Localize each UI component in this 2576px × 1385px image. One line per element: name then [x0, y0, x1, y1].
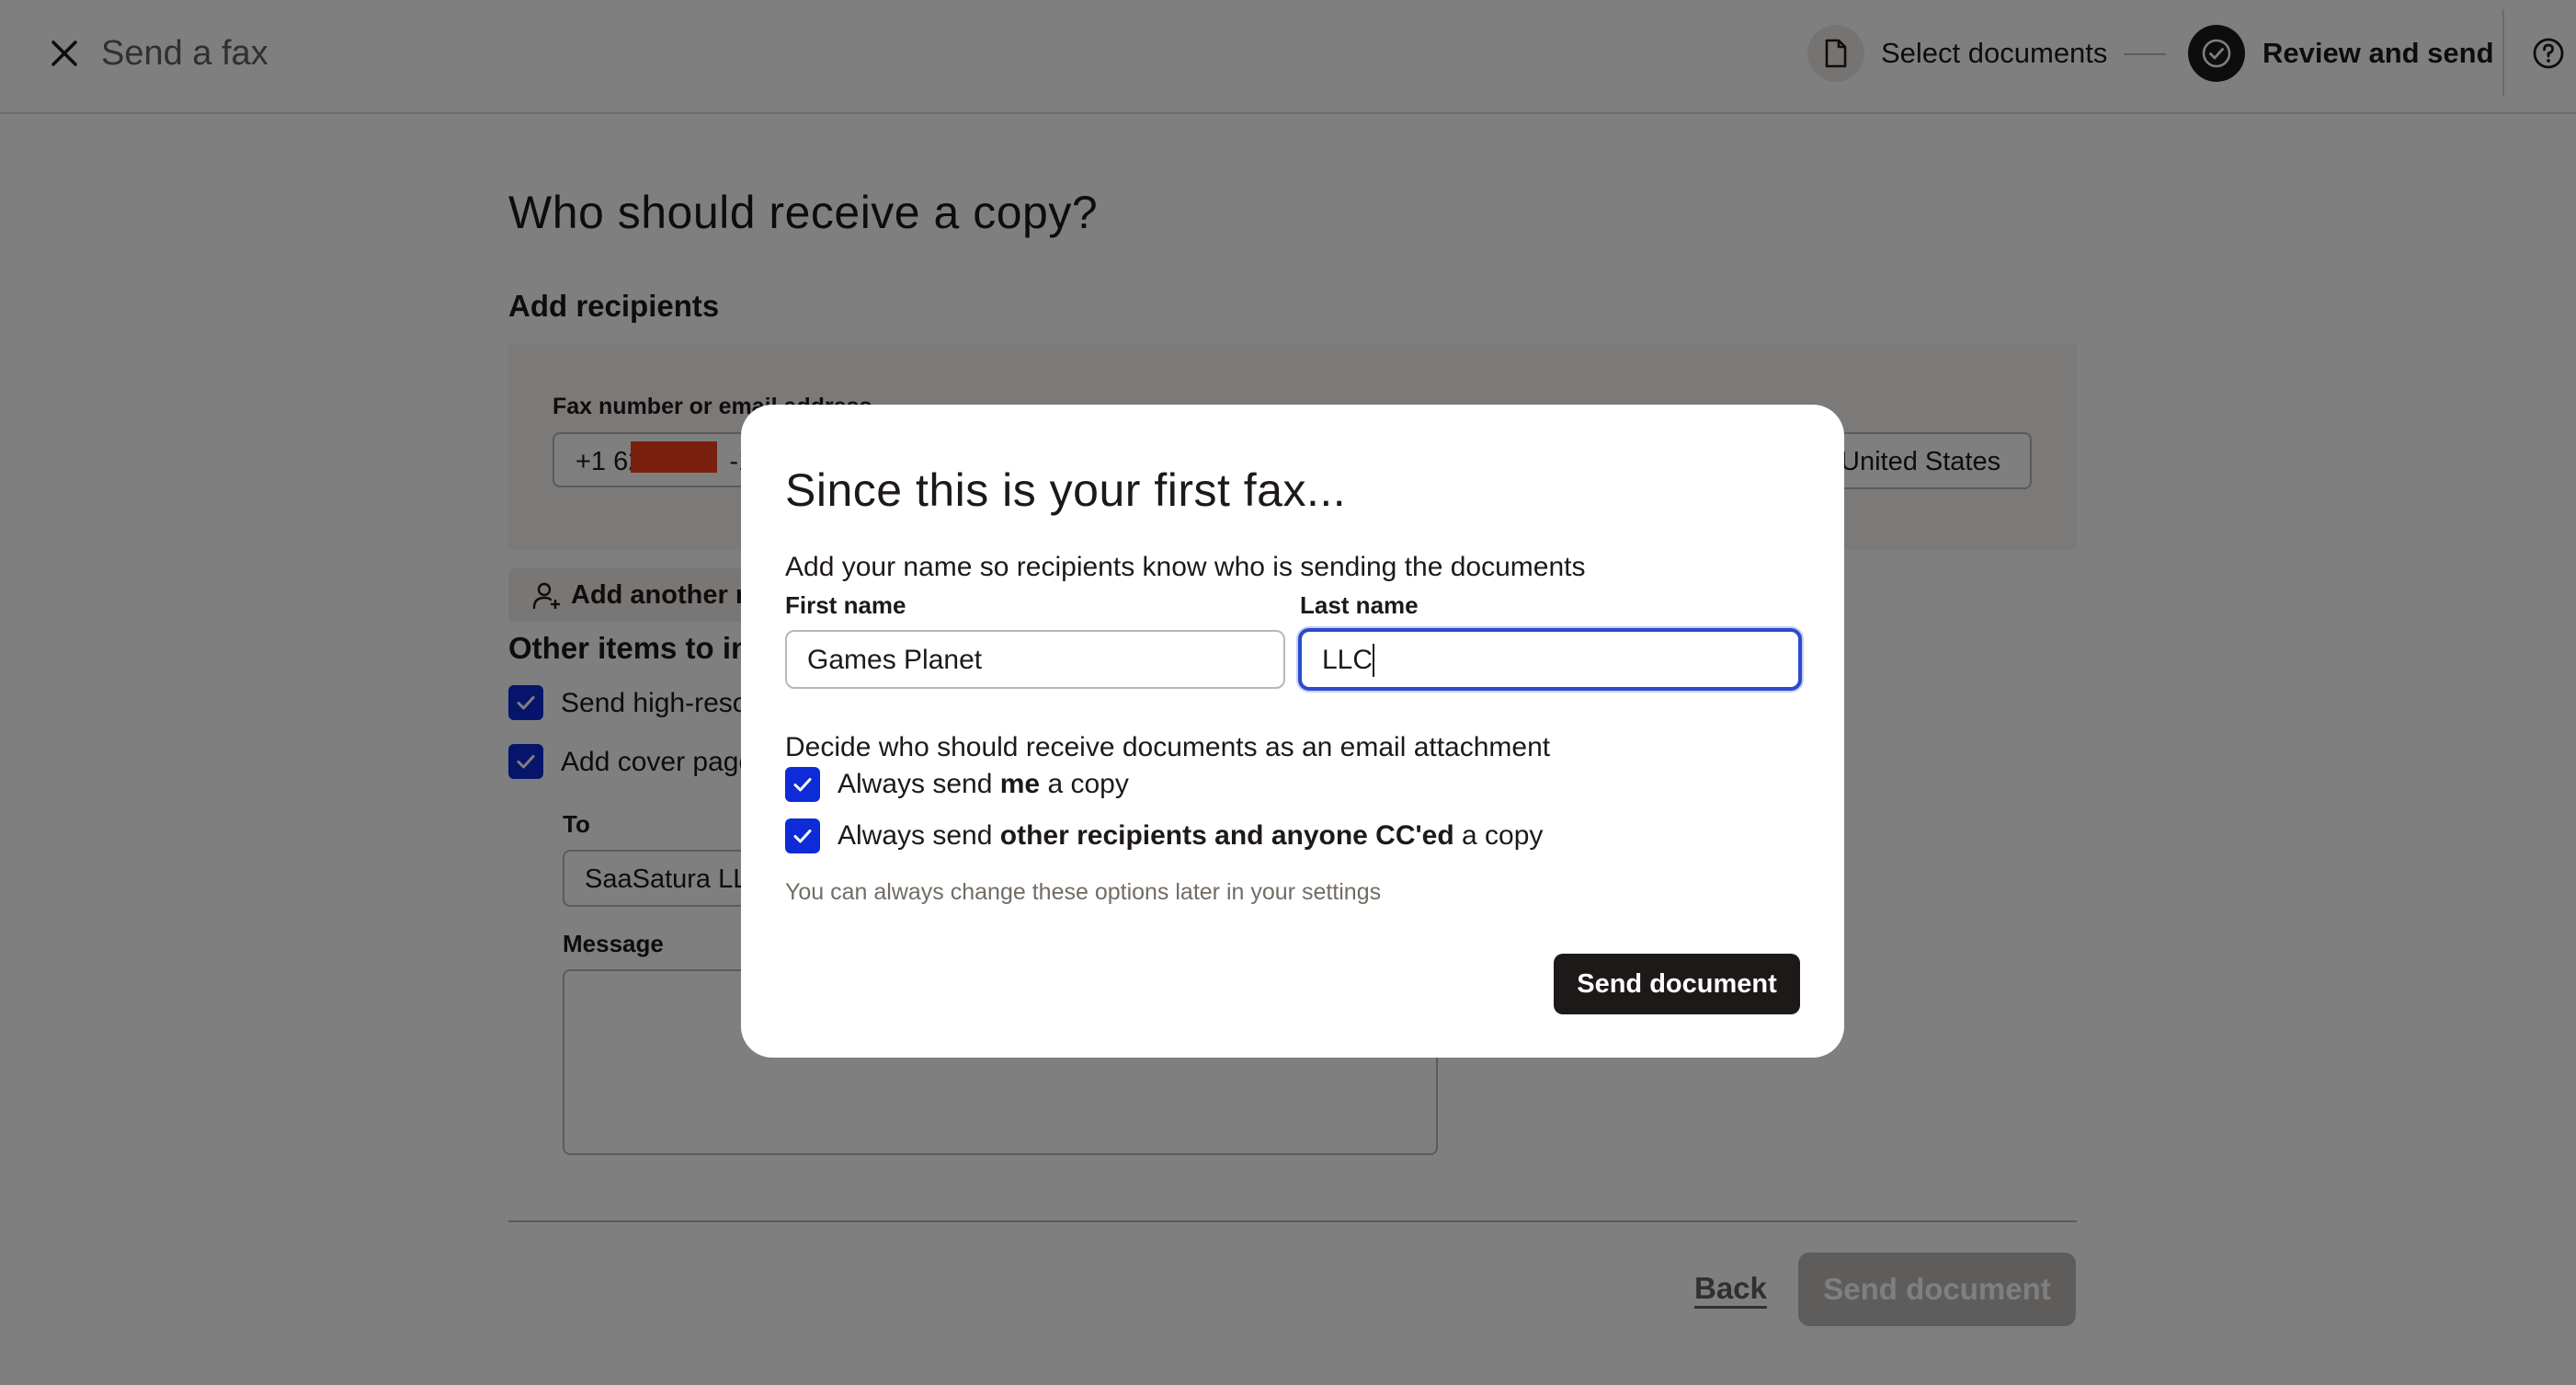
- first-name-label: First name: [785, 591, 906, 619]
- dialog-send-document-button[interactable]: Send document: [1554, 954, 1800, 1014]
- email-attachment-heading: Decide who should receive documents as a…: [785, 732, 1551, 762]
- send-others-copy-label: Always send other recipients and anyone …: [838, 820, 1544, 851]
- checkmark-icon: [793, 830, 812, 843]
- last-name-value: LLC: [1322, 645, 1373, 675]
- settings-note: You can always change these options late…: [785, 879, 1382, 905]
- send-others-copy-checkbox[interactable]: [785, 818, 820, 853]
- checkmark-icon: [793, 778, 812, 792]
- text-cursor: [1373, 644, 1374, 677]
- last-name-label: Last name: [1300, 591, 1419, 619]
- dialog-intro-text: Add your name so recipients know who is …: [785, 552, 1586, 582]
- send-me-copy-checkbox[interactable]: [785, 767, 820, 802]
- dialog-title: Since this is your first fax...: [785, 464, 1347, 516]
- send-me-copy-label: Always send me a copy: [838, 769, 1129, 799]
- first-name-value: Games Planet: [807, 645, 983, 675]
